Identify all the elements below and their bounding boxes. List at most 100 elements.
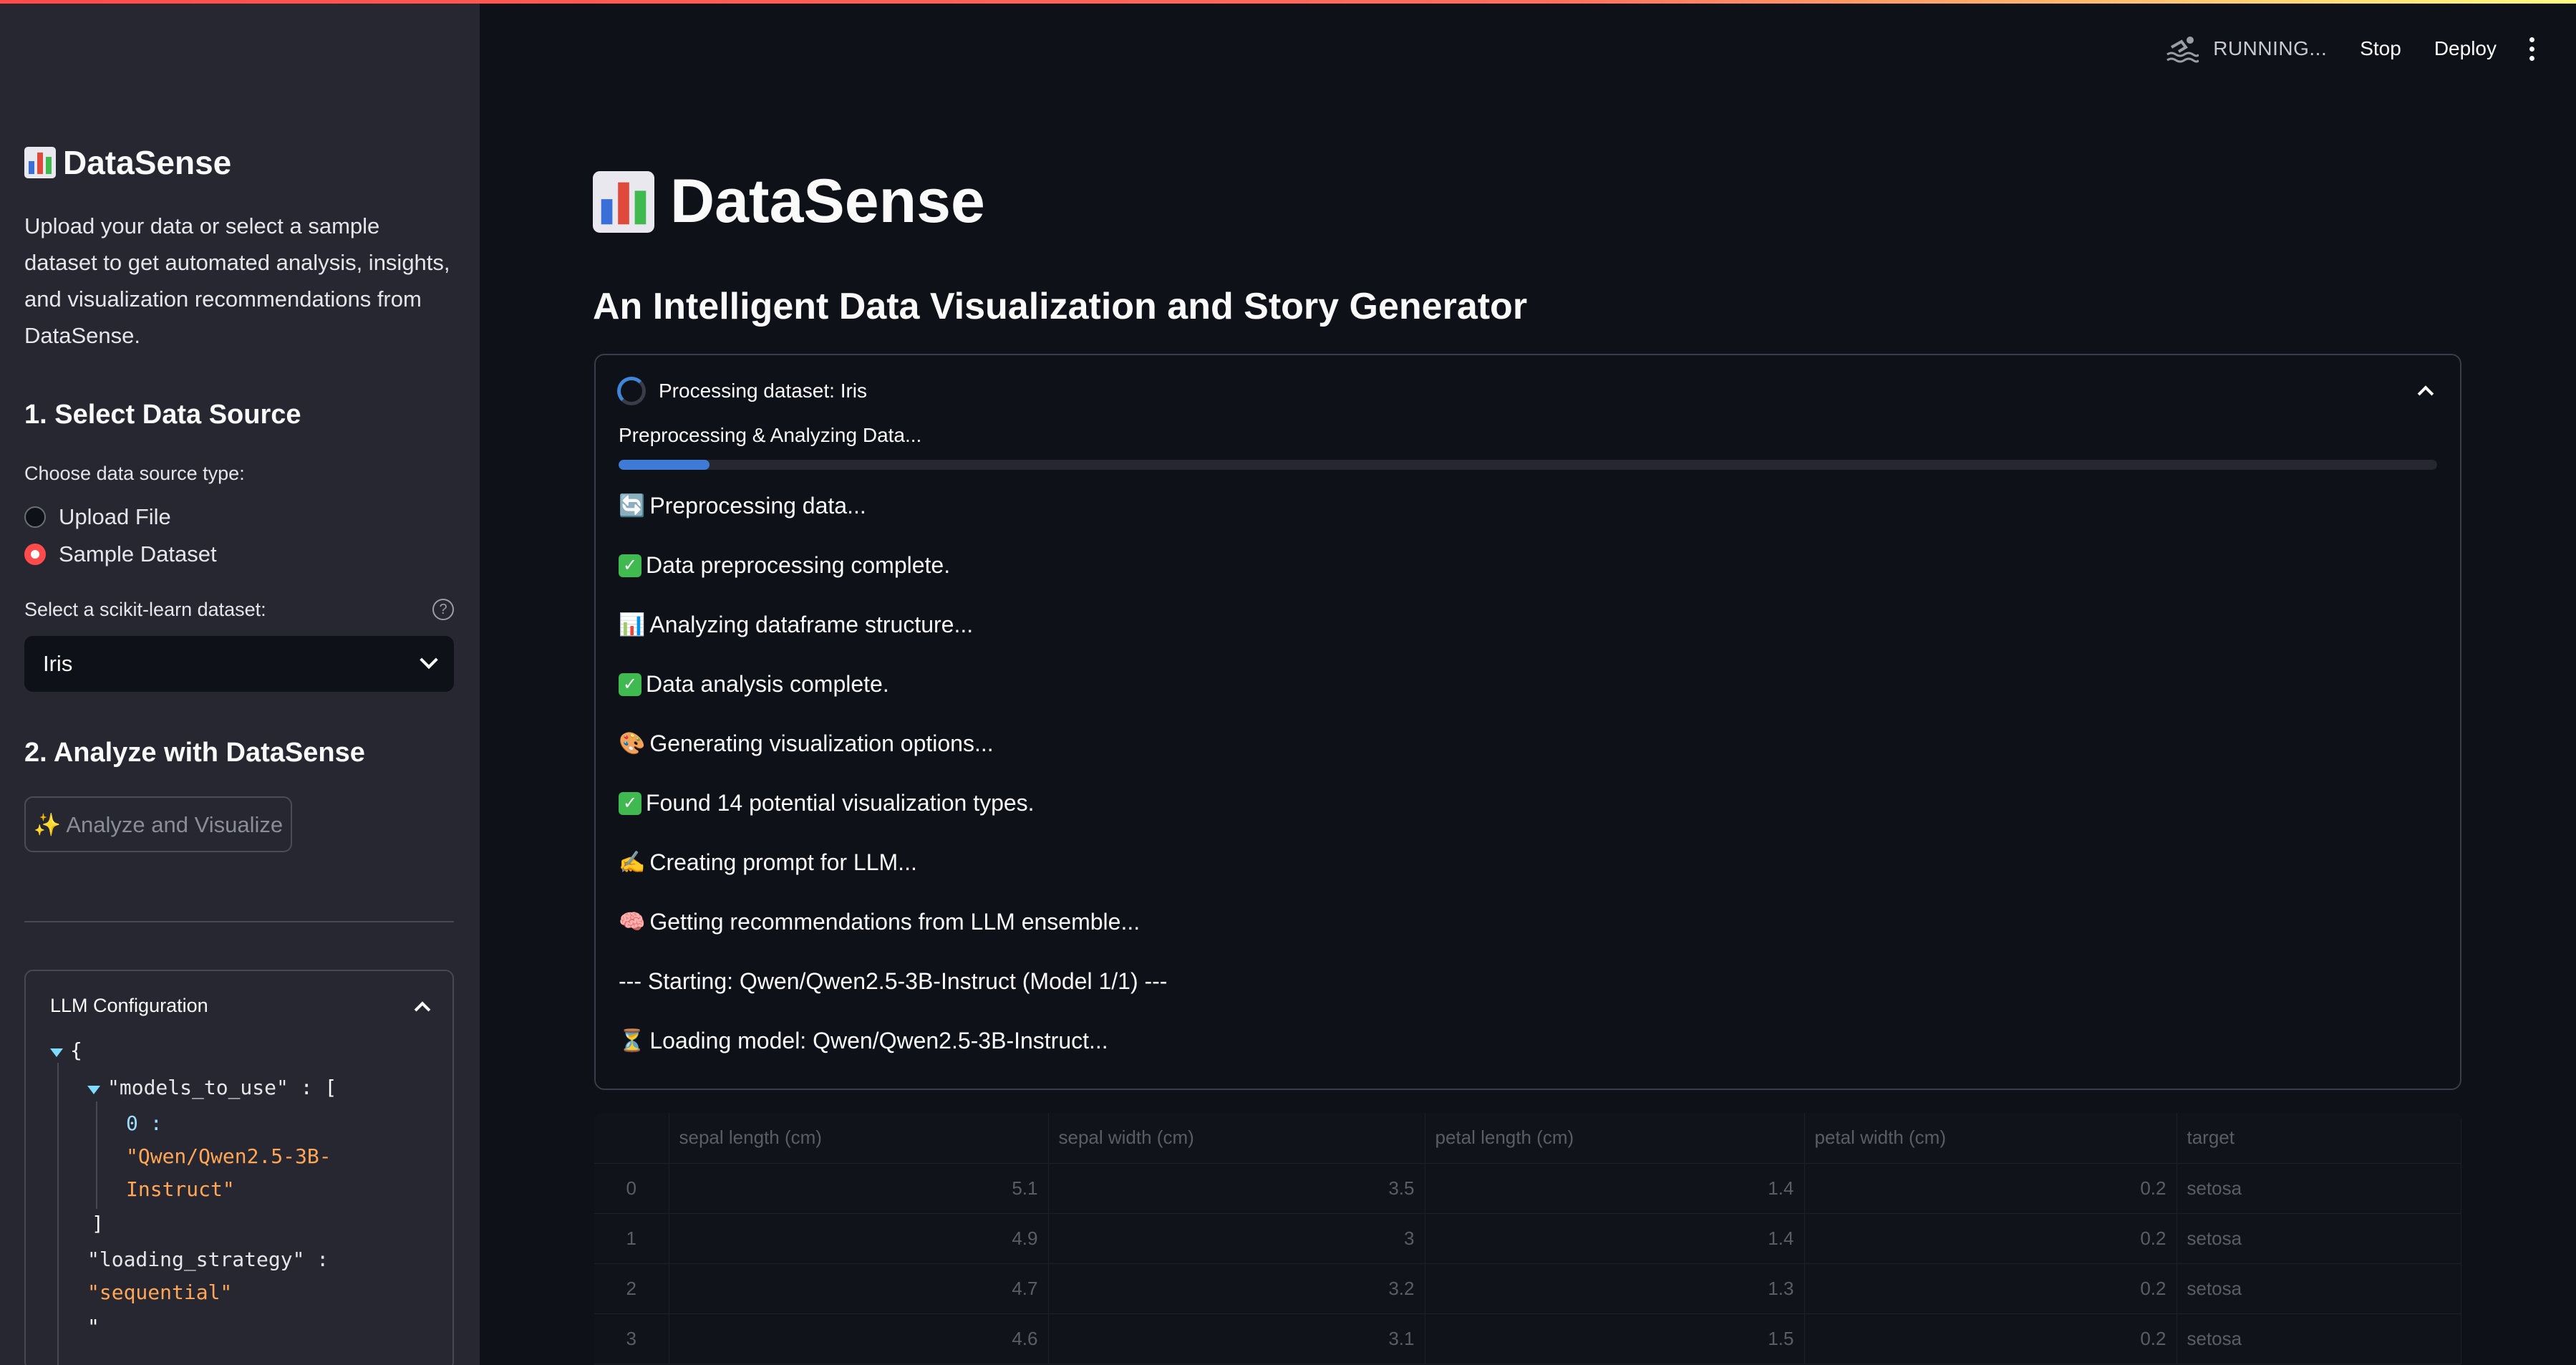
radio-sample-dataset[interactable]: Sample Dataset — [24, 541, 217, 567]
page-subtitle: An Intelligent Data Visualization and St… — [593, 286, 1528, 327]
json-model-value-cont: Instruct" — [126, 1177, 235, 1201]
help-icon[interactable]: ? — [432, 599, 454, 620]
log-line: 🎨 Generating visualization options... — [619, 730, 994, 757]
table-header-row: sepal length (cm) sepal width (cm) petal… — [594, 1113, 2461, 1164]
json-index: 0 : — [126, 1111, 163, 1135]
status-header[interactable]: Processing dataset: Iris — [617, 377, 867, 405]
stop-button[interactable]: Stop — [2360, 37, 2401, 60]
log-text: Getting recommendations from LLM ensembl… — [649, 909, 1141, 935]
json-model-value: "Qwen/Qwen2.5-3B- — [126, 1144, 331, 1168]
table-cell[interactable]: 4.6 — [669, 1313, 1049, 1364]
table-cell[interactable]: 0.2 — [1804, 1163, 2177, 1214]
log-line: ✍️ Creating prompt for LLM... — [619, 849, 917, 876]
log-text: Data analysis complete. — [646, 671, 889, 697]
json-guide — [57, 1063, 59, 1365]
table-row[interactable]: 2 4.7 3.2 1.3 0.2 setosa — [594, 1263, 2461, 1314]
log-line: 🧠 Getting recommendations from LLM ensemb… — [619, 909, 1140, 935]
column-header[interactable] — [594, 1113, 669, 1164]
collapse-triangle-icon[interactable] — [87, 1086, 100, 1094]
source-type-label: Choose data source type: — [24, 463, 245, 484]
table-cell[interactable]: 3 — [1048, 1213, 1425, 1264]
json-loading-value: "sequential" — [87, 1280, 233, 1304]
log-icon: ⏳ — [619, 1029, 646, 1053]
log-icon: 🎨 — [619, 732, 646, 756]
dataset-select-value: Iris — [43, 651, 73, 676]
sidebar-title: DataSense — [24, 143, 231, 182]
log-line: 🔄 Preprocessing data... — [619, 493, 866, 519]
deploy-button[interactable]: Deploy — [2434, 37, 2497, 60]
page-title-text: DataSense — [670, 167, 985, 236]
table-row[interactable]: 3 4.6 3.1 1.5 0.2 setosa — [594, 1313, 2461, 1364]
dataframe-preview: sepal length (cm) sepal width (cm) petal… — [594, 1113, 2461, 1365]
log-icon: 📊 — [619, 613, 646, 637]
table-row[interactable]: 0 5.1 3.5 1.4 0.2 setosa — [594, 1163, 2461, 1214]
log-text: Creating prompt for LLM... — [649, 849, 917, 875]
dataset-select[interactable]: Iris — [24, 636, 454, 692]
table-cell[interactable]: 1.4 — [1425, 1213, 1805, 1264]
log-text: Preprocessing data... — [649, 493, 866, 518]
table-cell[interactable]: setosa — [2176, 1213, 2461, 1264]
radio-circle-selected[interactable] — [24, 544, 46, 565]
table-row[interactable]: 1 4.9 3 1.4 0.2 setosa — [594, 1213, 2461, 1264]
table-cell[interactable]: 3.1 — [1048, 1313, 1425, 1364]
table-cell[interactable]: 3.2 — [1048, 1263, 1425, 1314]
column-header[interactable]: petal width (cm) — [1804, 1113, 2177, 1164]
table-cell[interactable]: 1.5 — [1425, 1313, 1805, 1364]
table-cell[interactable]: 5.1 — [669, 1163, 1049, 1214]
json-guide — [96, 1101, 97, 1209]
data-table: sepal length (cm) sepal width (cm) petal… — [594, 1113, 2461, 1364]
chevron-down-icon — [420, 650, 438, 670]
table-cell[interactable]: setosa — [2176, 1163, 2461, 1214]
table-cell[interactable]: 0.2 — [1804, 1263, 2177, 1314]
bar-chart-icon — [593, 170, 654, 233]
table-cell[interactable]: 0 — [594, 1163, 669, 1214]
status-container: Processing dataset: Iris Preprocessing &… — [594, 354, 2461, 1090]
radio-upload-file[interactable]: Upload File — [24, 504, 171, 530]
main-menu-icon[interactable] — [2529, 37, 2534, 61]
table-cell[interactable]: 3 — [594, 1313, 669, 1364]
status-title: Processing dataset: Iris — [659, 380, 868, 402]
check-icon: ✓ — [619, 554, 641, 577]
collapse-triangle-icon[interactable] — [50, 1048, 63, 1057]
log-line: ✓ Data analysis complete. — [619, 671, 889, 698]
table-cell[interactable]: 3.5 — [1048, 1163, 1425, 1214]
table-cell[interactable]: setosa — [2176, 1263, 2461, 1314]
sidebar-divider — [24, 921, 454, 922]
sidebar-title-text: DataSense — [63, 144, 232, 181]
table-cell[interactable]: 0.2 — [1804, 1313, 2177, 1364]
log-icon: 🔄 — [619, 494, 646, 518]
sidebar-description: Upload your data or select a sample data… — [24, 213, 450, 348]
chevron-up-icon[interactable] — [2417, 385, 2434, 402]
json-models-key[interactable]: "models_to_use" : [ — [87, 1076, 336, 1099]
running-status: RUNNING... — [2166, 34, 2327, 63]
llm-config-header[interactable]: LLM Configuration — [26, 971, 452, 1040]
log-text: --- Starting: Qwen/Qwen2.5-3B-Instruct (… — [619, 968, 1168, 994]
table-cell[interactable]: 1.4 — [1425, 1163, 1805, 1214]
json-loading-key: "loading_strategy" : — [87, 1248, 329, 1271]
table-cell[interactable]: 0.2 — [1804, 1213, 2177, 1264]
table-cell[interactable]: 1 — [594, 1213, 669, 1264]
chevron-up-icon[interactable] — [414, 1001, 431, 1018]
column-header[interactable]: sepal width (cm) — [1048, 1113, 1425, 1164]
log-line: ⏳ Loading model: Qwen/Qwen2.5-3B-Instruct… — [619, 1028, 1108, 1054]
table-cell[interactable]: 2 — [594, 1263, 669, 1314]
column-header[interactable]: target — [2176, 1113, 2461, 1164]
log-line: 📊 Analyzing dataframe structure... — [619, 612, 973, 638]
running-label: RUNNING... — [2213, 37, 2328, 59]
table-cell[interactable]: 4.7 — [669, 1263, 1049, 1314]
swimmer-icon — [2166, 37, 2199, 63]
column-header[interactable]: sepal length (cm) — [669, 1113, 1049, 1164]
table-body: 0 5.1 3.5 1.4 0.2 setosa 1 4.9 3 1.4 0.2 setosa 2 4.7… — [594, 1163, 2461, 1364]
json-close-bracket: ] — [92, 1212, 104, 1235]
table-cell[interactable]: 4.9 — [669, 1213, 1049, 1264]
analyze-button[interactable]: ✨ Analyze and Visualize — [24, 796, 292, 852]
table-cell[interactable]: setosa — [2176, 1313, 2461, 1364]
check-icon: ✓ — [619, 791, 641, 815]
sidebar: DataSense Upload your data or select a s… — [0, 0, 480, 1365]
column-header[interactable]: petal length (cm) — [1425, 1113, 1805, 1164]
json-root[interactable]: { — [50, 1038, 82, 1062]
radio-circle[interactable] — [24, 506, 46, 528]
log-line: ✓ Data preprocessing complete. — [619, 552, 950, 579]
table-cell[interactable]: 1.3 — [1425, 1263, 1805, 1314]
radio-label: Upload File — [59, 504, 171, 529]
